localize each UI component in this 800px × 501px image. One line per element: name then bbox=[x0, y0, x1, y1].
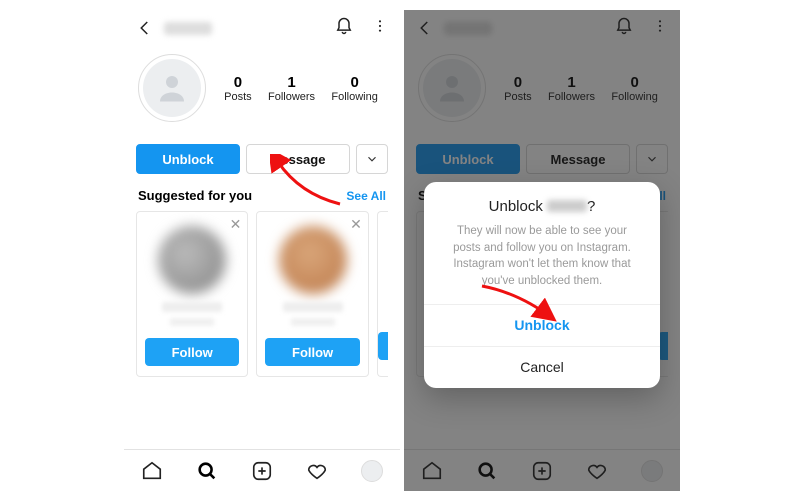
profile-header: 0 Posts 1 Followers 0 Following bbox=[124, 46, 400, 126]
more-icon[interactable] bbox=[372, 18, 388, 39]
phone-left: 0 Posts 1 Followers 0 Following Unblock … bbox=[124, 10, 400, 491]
close-icon[interactable]: ✕ bbox=[230, 216, 242, 233]
suggestion-avatar[interactable] bbox=[279, 226, 347, 294]
follow-button[interactable]: Follow bbox=[145, 338, 239, 366]
suggestion-avatar[interactable] bbox=[158, 226, 226, 294]
profile-icon[interactable] bbox=[361, 460, 383, 482]
activity-icon[interactable] bbox=[306, 460, 328, 482]
suggestion-name-blur bbox=[283, 302, 343, 312]
dialog-title-suffix: ? bbox=[587, 198, 595, 215]
stat-posts[interactable]: 0 Posts bbox=[224, 74, 252, 103]
new-post-icon[interactable] bbox=[251, 460, 273, 482]
follow-button[interactable]: Follow bbox=[265, 338, 359, 366]
suggestion-name-blur bbox=[162, 302, 222, 312]
dialog-body: They will now be able to see your posts … bbox=[424, 219, 660, 304]
stat-followers-value: 1 bbox=[268, 74, 315, 91]
suggestion-card: ✕ Follow bbox=[256, 211, 368, 377]
back-icon[interactable] bbox=[136, 19, 154, 37]
notifications-icon[interactable] bbox=[334, 16, 354, 41]
dialog-title-prefix: Unblock bbox=[489, 198, 547, 215]
suggestions-toggle[interactable] bbox=[356, 144, 388, 174]
stat-following-label: Following bbox=[331, 91, 377, 103]
see-all-link[interactable]: See All bbox=[346, 189, 386, 203]
dialog-cancel-button[interactable]: Cancel bbox=[424, 346, 660, 388]
search-icon[interactable] bbox=[196, 460, 218, 482]
stat-posts-value: 0 bbox=[224, 74, 252, 91]
suggested-title: Suggested for you bbox=[138, 188, 252, 203]
suggestion-card-peek[interactable] bbox=[377, 211, 388, 377]
close-icon[interactable]: ✕ bbox=[350, 216, 362, 233]
top-bar bbox=[124, 10, 400, 46]
stat-following[interactable]: 0 Following bbox=[331, 74, 377, 103]
phone-right: 0 Posts 1 Followers 0 Following Unblock … bbox=[404, 10, 680, 491]
message-button[interactable]: Message bbox=[246, 144, 350, 174]
stat-following-value: 0 bbox=[331, 74, 377, 91]
unblock-dialog: Unblock ? They will now be able to see y… bbox=[424, 182, 660, 388]
home-icon[interactable] bbox=[141, 460, 163, 482]
unblock-button[interactable]: Unblock bbox=[136, 144, 240, 174]
bottom-nav bbox=[124, 449, 400, 491]
suggestion-sub-blur bbox=[291, 318, 335, 326]
suggestion-sub-blur bbox=[170, 318, 214, 326]
suggestion-card: ✕ Follow bbox=[136, 211, 248, 377]
stat-followers[interactable]: 1 Followers bbox=[268, 74, 315, 103]
dialog-username-blur bbox=[547, 200, 587, 212]
username-blur bbox=[164, 22, 212, 35]
dialog-title: Unblock ? bbox=[424, 182, 660, 219]
stat-posts-label: Posts bbox=[224, 91, 252, 103]
profile-avatar[interactable] bbox=[138, 54, 206, 122]
dialog-unblock-button[interactable]: Unblock bbox=[424, 304, 660, 346]
stat-followers-label: Followers bbox=[268, 91, 315, 103]
